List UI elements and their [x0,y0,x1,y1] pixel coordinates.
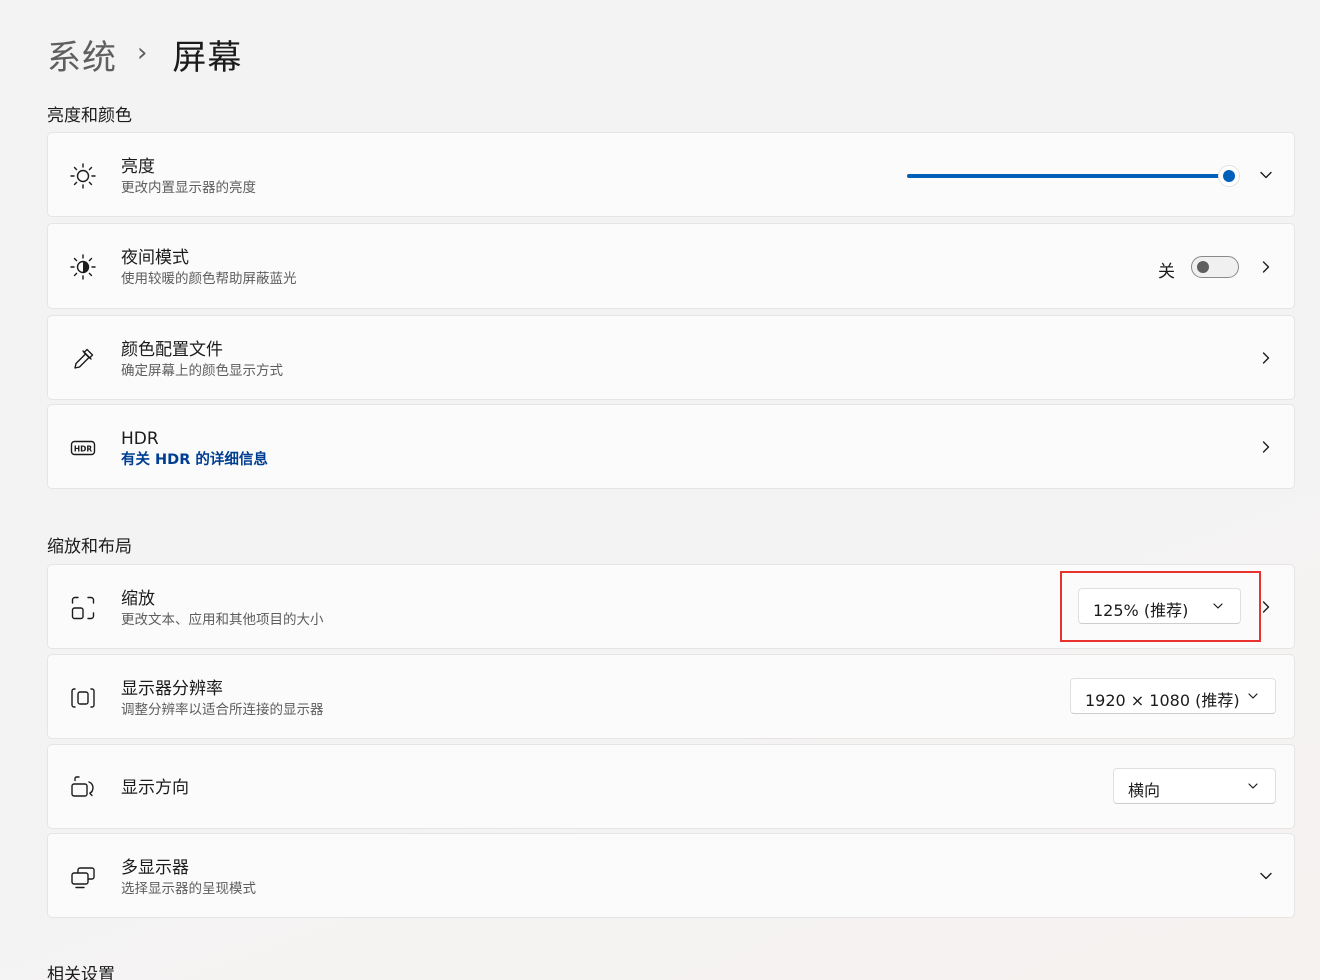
chevron-right-icon[interactable] [1258,350,1274,366]
hdr-title: HDR [121,429,159,449]
night-light-card[interactable]: 夜间模式 使用较暖的颜色帮助屏蔽蓝光 关 [47,223,1295,309]
color-profile-title: 颜色配置文件 [121,340,223,360]
color-profile-card[interactable]: 颜色配置文件 确定屏幕上的颜色显示方式 [47,315,1295,400]
sun-icon [68,161,98,191]
orientation-dropdown-value: 横向 [1128,781,1161,800]
chevron-down-icon [1247,780,1259,792]
breadcrumb-separator: › [137,38,149,68]
highlight-box [1060,571,1261,642]
brightness-slider-fill [907,174,1229,178]
night-light-subtitle: 使用较暖的颜色帮助屏蔽蓝光 [121,271,297,287]
hdr-icon: HDR [68,433,98,463]
chevron-right-icon[interactable] [1258,439,1274,455]
toggle-knob [1197,261,1209,273]
night-light-state-label: 关 [1158,262,1175,282]
brightness-slider[interactable] [907,165,1240,187]
brightness-texts: 亮度 更改内置显示器的亮度 [121,156,256,198]
night-light-toggle[interactable] [1191,256,1239,278]
multi-display-texts: 多显示器 选择显示器的呈现模式 [121,857,256,899]
night-light-title: 夜间模式 [121,248,189,268]
chevron-right-icon[interactable] [1258,259,1274,275]
resolution-title: 显示器分辨率 [121,679,223,699]
breadcrumb-parent[interactable]: 系统 [47,30,117,79]
chevron-down-icon[interactable] [1258,868,1274,884]
hdr-learn-more-link[interactable]: 有关 HDR 的详细信息 [121,450,268,470]
hdr-texts: HDR 有关 HDR 的详细信息 [121,428,268,470]
resolution-texts: 显示器分辨率 调整分辨率以适合所连接的显示器 [121,678,324,720]
multi-display-icon [68,862,98,892]
breadcrumb: 系统 › 屏幕 [47,30,242,78]
section-title-related: 相关设置 [47,965,115,980]
multi-display-subtitle: 选择显示器的呈现模式 [121,881,256,897]
page-title: 屏幕 [172,37,243,78]
scale-subtitle: 更改文本、应用和其他项目的大小 [121,612,324,628]
resolution-card[interactable]: 显示器分辨率 调整分辨率以适合所连接的显示器 1920 × 1080 (推荐) [47,654,1295,739]
orientation-card[interactable]: 显示方向 横向 [47,744,1295,829]
color-profile-subtitle: 确定屏幕上的颜色显示方式 [121,363,283,379]
hdr-card[interactable]: HDR HDR 有关 HDR 的详细信息 [47,404,1295,489]
brightness-title: 亮度 [121,157,155,177]
settings-page: 系统 › 屏幕 亮度和颜色 亮度 更改内置显示器的亮度 夜间模式 使用较暖的颜色… [0,0,1320,980]
resolution-dropdown[interactable]: 1920 × 1080 (推荐) [1070,678,1276,714]
svg-text:HDR: HDR [74,445,93,454]
section-title-brightness-color: 亮度和颜色 [47,106,132,126]
chevron-down-icon [1247,690,1259,702]
brightness-subtitle: 更改内置显示器的亮度 [121,180,256,196]
resolution-icon [68,683,98,713]
section-title-scale-layout: 缩放和布局 [47,537,132,557]
resolution-subtitle: 调整分辨率以适合所连接的显示器 [121,702,324,718]
chevron-down-icon[interactable] [1258,167,1274,183]
scale-texts: 缩放 更改文本、应用和其他项目的大小 [121,588,324,630]
brightness-card[interactable]: 亮度 更改内置显示器的亮度 [47,132,1295,217]
brightness-slider-thumb[interactable] [1218,165,1240,187]
scale-icon [68,593,98,623]
scale-title: 缩放 [121,589,155,609]
orientation-texts: 显示方向 [121,777,189,799]
color-profile-texts: 颜色配置文件 确定屏幕上的颜色显示方式 [121,339,283,381]
eyedropper-icon [68,344,98,374]
orientation-title: 显示方向 [121,778,189,798]
night-light-texts: 夜间模式 使用较暖的颜色帮助屏蔽蓝光 [121,247,297,289]
resolution-dropdown-value: 1920 × 1080 (推荐) [1085,691,1240,710]
multi-display-title: 多显示器 [121,858,189,878]
orientation-dropdown[interactable]: 横向 [1113,768,1276,804]
orientation-icon [68,773,98,803]
multi-display-card[interactable]: 多显示器 选择显示器的呈现模式 [47,833,1295,918]
night-light-icon [68,252,98,282]
